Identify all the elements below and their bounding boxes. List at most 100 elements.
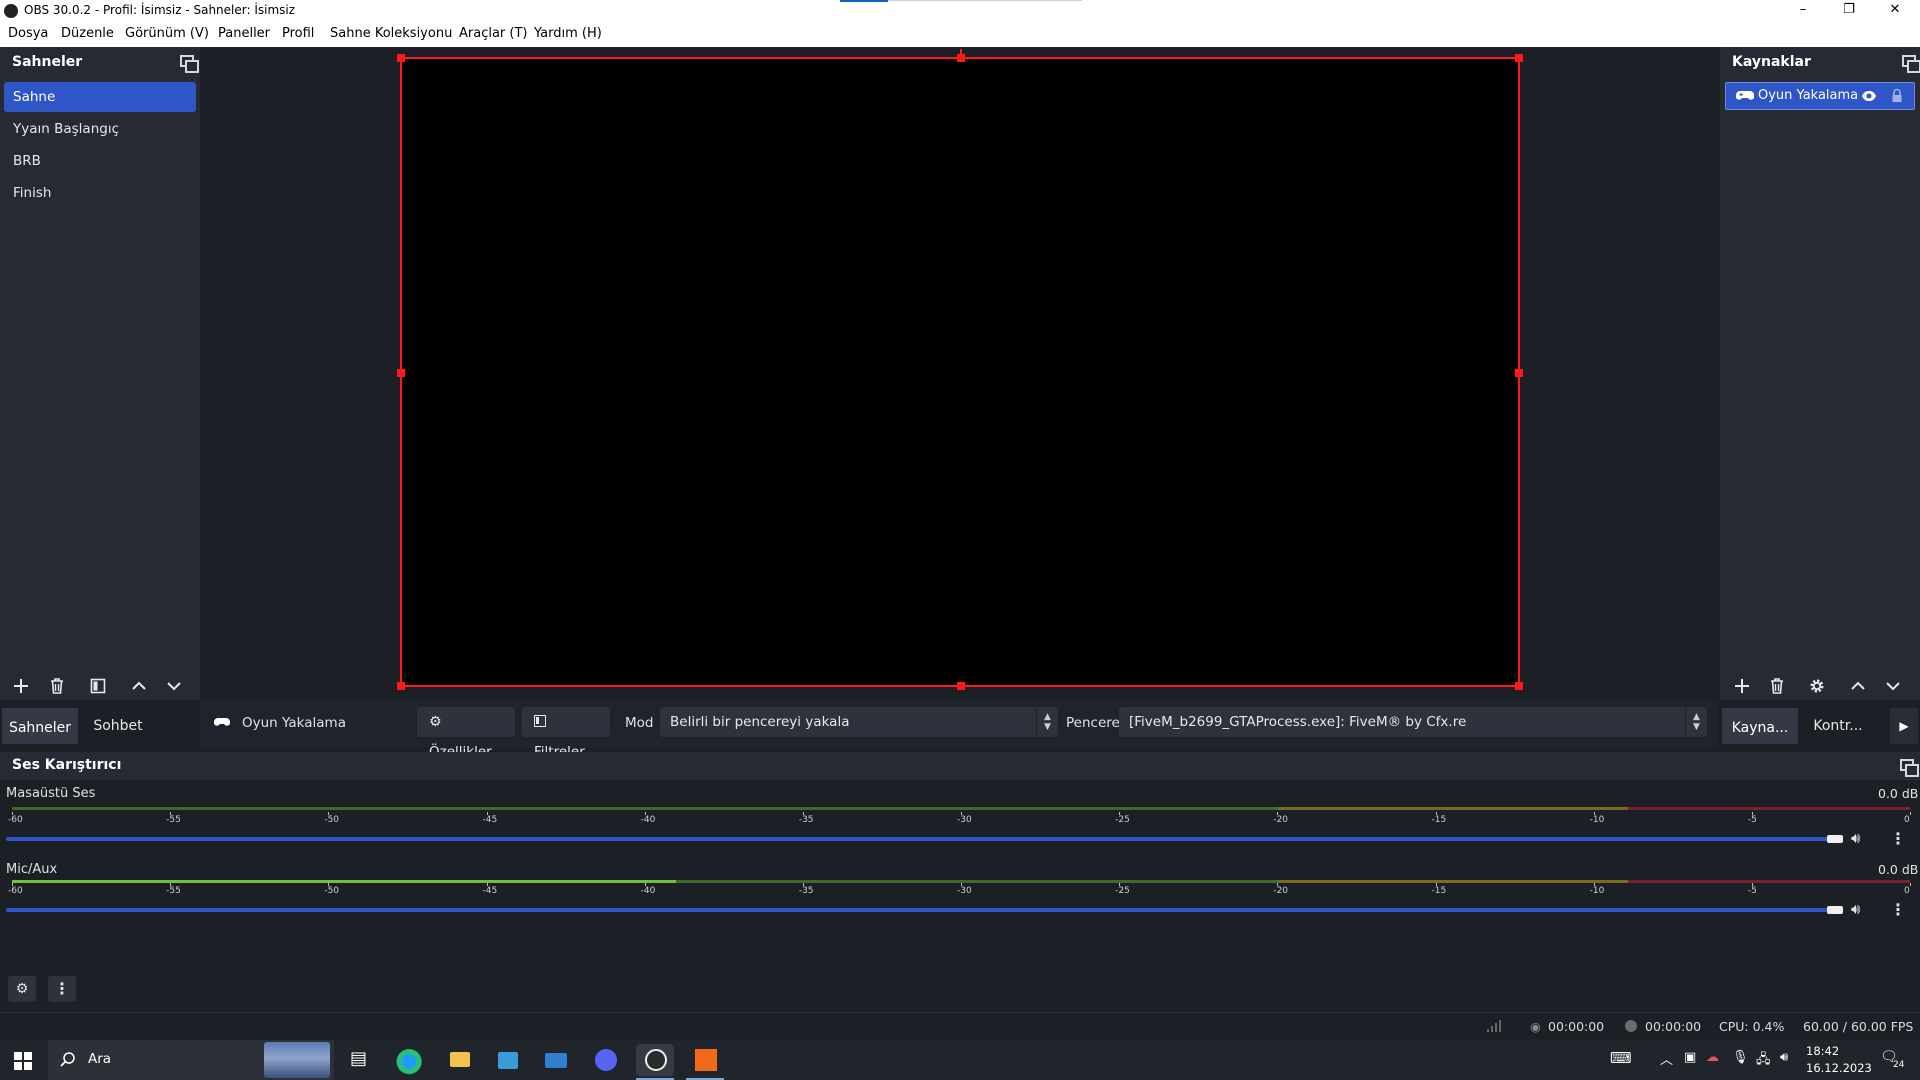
menu-profile[interactable]: Profil (282, 26, 314, 41)
task-view-icon[interactable]: ▤ (350, 1048, 367, 1069)
move-source-up-button[interactable] (1844, 673, 1872, 699)
speaker-icon[interactable]: 🔊︎ (1851, 829, 1860, 847)
scene-item-label: Sahne (13, 89, 56, 105)
menu-docks[interactable]: Paneller (218, 26, 270, 41)
gamepad-icon (214, 718, 230, 726)
taskbar-search-box[interactable]: Ara (48, 1040, 334, 1080)
taskbar-date[interactable]: 16.12.2023 (1806, 1061, 1872, 1075)
mixer-menu-button[interactable]: ⋮ (48, 976, 76, 1002)
add-source-button[interactable] (1728, 673, 1756, 699)
scene-item-label: BRB (13, 153, 41, 169)
status-bar: ◉ 00:00:00 00:00:00 CPU: 0.4% 60.00 / 60… (0, 1012, 1920, 1038)
tray-app-icon[interactable]: ▣ (1684, 1050, 1696, 1065)
add-scene-button[interactable] (7, 673, 35, 699)
menu-tools[interactable]: Araçlar (T) (459, 26, 528, 41)
edge-browser-icon[interactable] (392, 1044, 430, 1076)
taskbar-time[interactable]: 18:42 (1806, 1044, 1839, 1058)
context-source-name: Oyun Yakalama (242, 715, 346, 731)
tab-sources[interactable]: Kayna... (1722, 708, 1798, 744)
discord-icon[interactable] (586, 1044, 624, 1076)
tick-label: -45 (482, 886, 498, 896)
network-bars-icon (1487, 1020, 1501, 1032)
volume-slider[interactable] (6, 837, 1836, 841)
source-item-label: Oyun Yakalama (1758, 88, 1859, 103)
undock-icon[interactable] (1902, 55, 1920, 73)
scene-item-yayin-baslangic[interactable]: Yyaın Başlangıç (4, 114, 196, 144)
volume-knob[interactable] (1827, 906, 1843, 914)
properties-button[interactable]: ⚙ Özellikler (417, 707, 515, 760)
tab-sohbet[interactable]: Sohbet (80, 708, 156, 744)
resize-handle[interactable] (397, 54, 405, 62)
undock-icon[interactable] (1900, 759, 1919, 777)
restore-button[interactable]: ❐ (1826, 0, 1872, 22)
microsoft-store-icon[interactable] (488, 1044, 526, 1076)
tick-label: -50 (324, 886, 340, 896)
resize-handle[interactable] (1515, 54, 1523, 62)
window-select[interactable]: [FiveM_b2699_GTAProcess.exe]: FiveM® by … (1119, 707, 1707, 737)
keyboard-layout-icon[interactable]: ⌨ (1610, 1049, 1632, 1067)
more-options-icon[interactable]: ⋮ (1890, 900, 1906, 919)
menu-help[interactable]: Yardım (H) (534, 26, 602, 41)
move-scene-up-button[interactable] (125, 673, 153, 699)
source-item-oyun-yakalama[interactable]: Oyun Yakalama (1725, 82, 1915, 110)
network-icon[interactable]: 🖧︎ (1756, 1050, 1771, 1072)
filter-icon (534, 715, 546, 727)
menu-file[interactable]: Dosya (8, 26, 48, 41)
channel-db: 0.0 dB (1878, 786, 1919, 801)
scene-item-sahne[interactable]: Sahne (4, 82, 196, 112)
mail-icon[interactable] (536, 1044, 574, 1076)
mode-select[interactable]: Belirli bir pencereyi yakala ▲ ▼ (660, 707, 1058, 737)
source-context-bar: Oyun Yakalama ⚙ Özellikler Filtreler Mod… (200, 700, 1718, 760)
minimize-button[interactable]: – (1780, 0, 1826, 22)
title-accent-line (888, 0, 1082, 1)
eye-icon[interactable] (1861, 90, 1877, 102)
close-button[interactable]: ✕ (1872, 0, 1918, 22)
filters-button[interactable]: Filtreler (522, 707, 610, 760)
more-options-icon[interactable]: ⋮ (1890, 829, 1906, 848)
tab-sahneler[interactable]: Sahneler (2, 708, 78, 744)
window-title: OBS 30.0.2 - Profil: İsimsiz - Sahneler:… (24, 3, 296, 17)
search-icon (60, 1052, 75, 1067)
menu-edit[interactable]: Düzenle (61, 26, 114, 41)
move-source-down-button[interactable] (1879, 673, 1907, 699)
resize-handle[interactable] (1515, 369, 1523, 377)
resize-handle[interactable] (1515, 682, 1523, 690)
app-orange-icon[interactable] (686, 1044, 724, 1076)
volume-icon[interactable]: 🔊︎ (1780, 1050, 1788, 1065)
menu-view[interactable]: Görünüm (V) (125, 26, 209, 41)
move-scene-down-button[interactable] (160, 673, 188, 699)
resize-handle[interactable] (397, 682, 405, 690)
volume-slider[interactable] (6, 908, 1836, 912)
lock-icon[interactable] (1891, 88, 1903, 103)
preview-canvas[interactable] (397, 49, 1523, 690)
microphone-icon[interactable]: 🎙︎ (1732, 1050, 1749, 1065)
tick-label: 0 (1904, 886, 1910, 896)
speaker-icon[interactable]: 🔊︎ (1851, 900, 1860, 918)
menu-scene-collection[interactable]: Sahne Koleksiyonu (330, 26, 452, 41)
tray-cloud-icon[interactable]: ☁ (1706, 1050, 1719, 1065)
source-properties-button[interactable] (1803, 673, 1831, 699)
remove-scene-button[interactable] (43, 673, 71, 699)
resize-handle[interactable] (397, 369, 405, 377)
scene-filters-button[interactable] (84, 673, 112, 699)
advanced-audio-settings-button[interactable]: ⚙ (8, 976, 36, 1002)
plus-icon (14, 679, 28, 693)
gear-icon (1810, 679, 1824, 693)
chevron-up-icon[interactable]: ︿ (1660, 1049, 1673, 1068)
volume-knob[interactable] (1827, 835, 1843, 843)
tick-label: -5 (1747, 815, 1757, 825)
tick-label: -35 (798, 886, 814, 896)
scene-item-brb[interactable]: BRB (4, 146, 196, 176)
resize-handle[interactable] (957, 682, 965, 690)
remove-source-button[interactable] (1763, 673, 1791, 699)
undock-icon[interactable] (180, 55, 199, 73)
obs-taskbar-icon[interactable] (636, 1044, 674, 1076)
windows-start-icon[interactable] (14, 1052, 32, 1070)
tab-scroll-right-icon[interactable]: ▶ (1890, 708, 1918, 744)
tab-controls[interactable]: Kontr... (1800, 708, 1876, 744)
rotation-handle[interactable] (960, 49, 962, 57)
file-explorer-icon[interactable] (440, 1044, 478, 1076)
tick-label: -5 (1747, 886, 1757, 896)
filter-icon (90, 678, 106, 694)
scene-item-finish[interactable]: Finish (4, 178, 196, 208)
